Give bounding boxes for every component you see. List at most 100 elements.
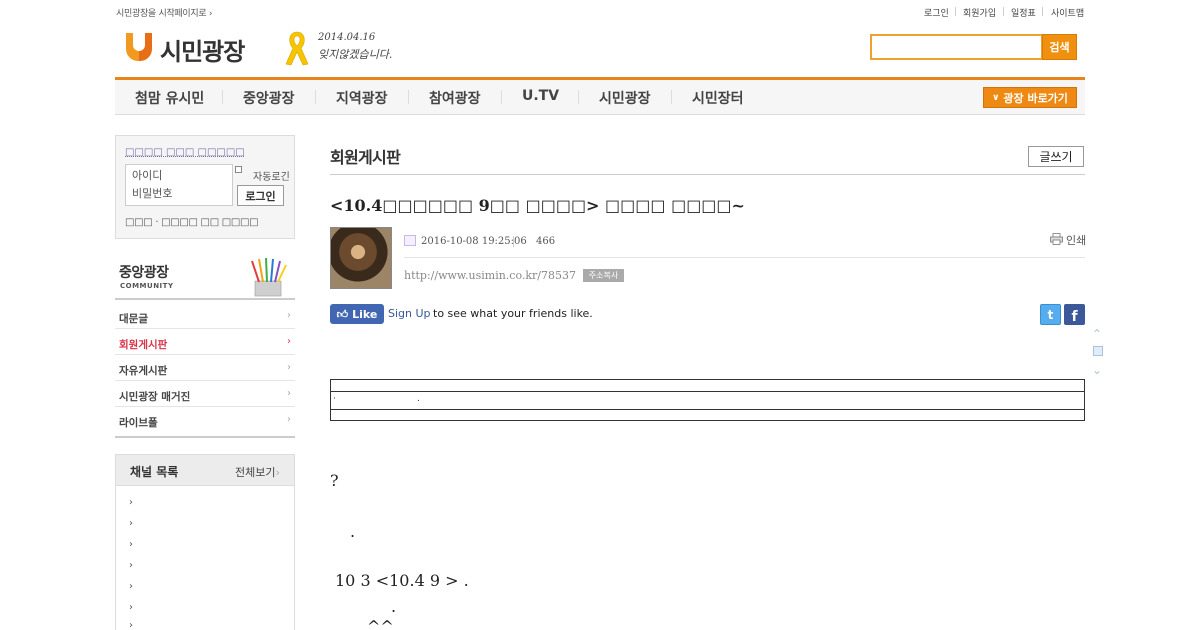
find-account-links[interactable]: □□□ · □□□□ □□ □□□□	[125, 217, 259, 228]
site-logo-icon[interactable]	[126, 33, 152, 61]
thumbs-up-icon: 👍︎	[336, 307, 349, 321]
copy-url-button[interactable]: 주소복사	[583, 269, 624, 282]
like-label: Like	[352, 307, 378, 321]
sidebar-item-main-posts[interactable]: 대문글 ›	[115, 303, 295, 329]
nav-item-regional-plaza[interactable]: 지역광장	[336, 88, 388, 108]
memorial-date: 2014.04.16	[318, 32, 376, 43]
scroll-middle-icon[interactable]	[1093, 346, 1103, 356]
util-signup-link[interactable]: 회원가입	[963, 6, 996, 19]
twitter-share-icon[interactable]: t	[1040, 304, 1061, 325]
channel-item[interactable]: ›	[129, 581, 133, 592]
nav-item-citizen-plaza[interactable]: 시민광장	[599, 88, 651, 108]
search-input[interactable]	[870, 34, 1043, 60]
start-page-link[interactable]: 시민광장을 시작페이지로 ›	[116, 6, 213, 19]
chevron-down-icon: ∨	[992, 92, 1000, 103]
auto-login-checkbox[interactable]	[235, 166, 242, 173]
post-body-line: ?	[330, 471, 339, 490]
nav-divider	[578, 90, 579, 104]
sidebar-item-label: 대문글	[119, 313, 148, 325]
nav-item-central-plaza[interactable]: 중앙광장	[243, 88, 295, 108]
printer-icon[interactable]	[1050, 233, 1063, 245]
plaza-shortcut-button[interactable]: ∨ 광장 바로가기	[983, 87, 1077, 108]
print-link[interactable]: 인쇄	[1066, 232, 1086, 248]
post-title: <10.4□□□□□□ 9□□ □□□□> □□□□ □□□□~	[330, 196, 745, 215]
channel-view-all-link[interactable]: 전체보기›	[235, 464, 280, 480]
pencil-cup-icon	[251, 257, 287, 297]
id-field[interactable]: 아이디	[132, 167, 162, 183]
sidebar-item-free-board[interactable]: 자유게시판 ›	[115, 355, 295, 381]
channel-item[interactable]: ›	[129, 518, 133, 529]
chevron-right-icon: ›	[287, 388, 291, 399]
view-all-label: 전체보기	[235, 466, 276, 479]
nav-item-yusimin[interactable]: 첨맘 유시민	[135, 88, 204, 108]
meta-divider	[513, 236, 514, 247]
sidebar-item-label: 시민광장 매거진	[119, 391, 191, 403]
facebook-like-button[interactable]: 👍︎ Like	[330, 304, 384, 324]
plaza-shortcut-label: 광장 바로가기	[1003, 91, 1068, 105]
channel-item[interactable]: ›	[129, 539, 133, 550]
post-body-line: .	[391, 597, 397, 616]
content-table-cell: .	[417, 394, 420, 404]
memorial-text: 잊지않겠습니다.	[318, 48, 393, 61]
write-button[interactable]: 글쓰기	[1028, 146, 1084, 167]
util-divider	[955, 7, 956, 16]
category-title: 중앙광장	[119, 265, 169, 281]
nav-divider	[408, 90, 409, 104]
facebook-like-prompt: to see what your friends like.	[433, 307, 593, 320]
sidebar-item-live-poll[interactable]: 라이브폴 ›	[115, 407, 295, 438]
nav-divider	[222, 90, 223, 104]
yellow-ribbon-icon	[285, 31, 309, 66]
meta-divider-line	[404, 257, 1085, 258]
sidebar-item-member-board[interactable]: 회원게시판 ›	[115, 329, 295, 355]
board-title: 회원게시판	[330, 148, 401, 167]
author-icon[interactable]	[404, 235, 416, 246]
category-subtitle: COMMUNITY	[120, 282, 174, 290]
util-divider	[1042, 7, 1043, 16]
sidebar-item-label: 라이브폴	[119, 417, 158, 429]
channel-item[interactable]: ›	[129, 602, 133, 613]
channel-item[interactable]: ›	[129, 560, 133, 571]
sidebar-item-label: 자유게시판	[119, 365, 168, 377]
facebook-share-icon[interactable]: f	[1064, 304, 1085, 325]
util-sitemap-link[interactable]: 사이트맵	[1051, 6, 1084, 19]
post-body-line: ^^	[367, 617, 394, 630]
channel-list-title: 채널 목록	[130, 465, 179, 479]
sidebar-item-magazine[interactable]: 시민광장 매거진 ›	[115, 381, 295, 407]
post-date: 2016-10-08 19:25:06	[421, 236, 527, 247]
util-divider	[1003, 7, 1004, 16]
chevron-right-icon: ›	[275, 466, 280, 479]
login-caption: □□□□ □□□ □□□□□	[125, 147, 245, 158]
post-body-line: 10 3 <10.4 9 > .	[335, 571, 469, 590]
util-login-link[interactable]: 로그인	[924, 6, 949, 19]
post-url[interactable]: http://www.usimin.co.kr/78537	[404, 269, 576, 282]
util-schedule-link[interactable]: 일정표	[1011, 6, 1036, 19]
channel-item[interactable]: ›	[129, 620, 133, 630]
chevron-right-icon: ›	[287, 310, 291, 321]
chevron-right-icon: ›	[287, 414, 291, 425]
password-field[interactable]: 비밀번호	[132, 185, 172, 201]
post-views: 466	[536, 236, 556, 247]
scroll-down-icon[interactable]: ⌄	[1092, 363, 1102, 377]
content-table-cell: ·	[333, 394, 336, 404]
scroll-up-icon[interactable]: ⌃	[1092, 327, 1102, 341]
nav-divider	[671, 90, 672, 104]
search-button[interactable]: 검색	[1042, 34, 1077, 60]
chevron-right-icon: ›	[287, 336, 291, 347]
board-divider	[330, 174, 1085, 175]
facebook-signup-link[interactable]: Sign Up	[388, 307, 431, 320]
nav-item-participation-plaza[interactable]: 참여광장	[429, 88, 481, 108]
sidebar-item-label: 회원게시판	[119, 339, 168, 351]
chevron-right-icon: ›	[287, 362, 291, 373]
author-avatar[interactable]	[330, 227, 392, 289]
post-body-line: .	[350, 522, 356, 541]
nav-divider	[501, 90, 502, 104]
content-table-row	[331, 391, 1084, 410]
category-divider	[115, 298, 295, 300]
nav-item-utv[interactable]: U.TV	[522, 88, 559, 104]
channel-item[interactable]: ›	[129, 497, 133, 508]
site-logo-text[interactable]: 시민광장	[160, 32, 245, 67]
auto-login-label: 자동로긴	[253, 172, 290, 183]
nav-item-citizen-market[interactable]: 시민장터	[692, 88, 744, 108]
nav-divider	[315, 90, 316, 104]
login-button[interactable]: 로그인	[237, 185, 284, 206]
